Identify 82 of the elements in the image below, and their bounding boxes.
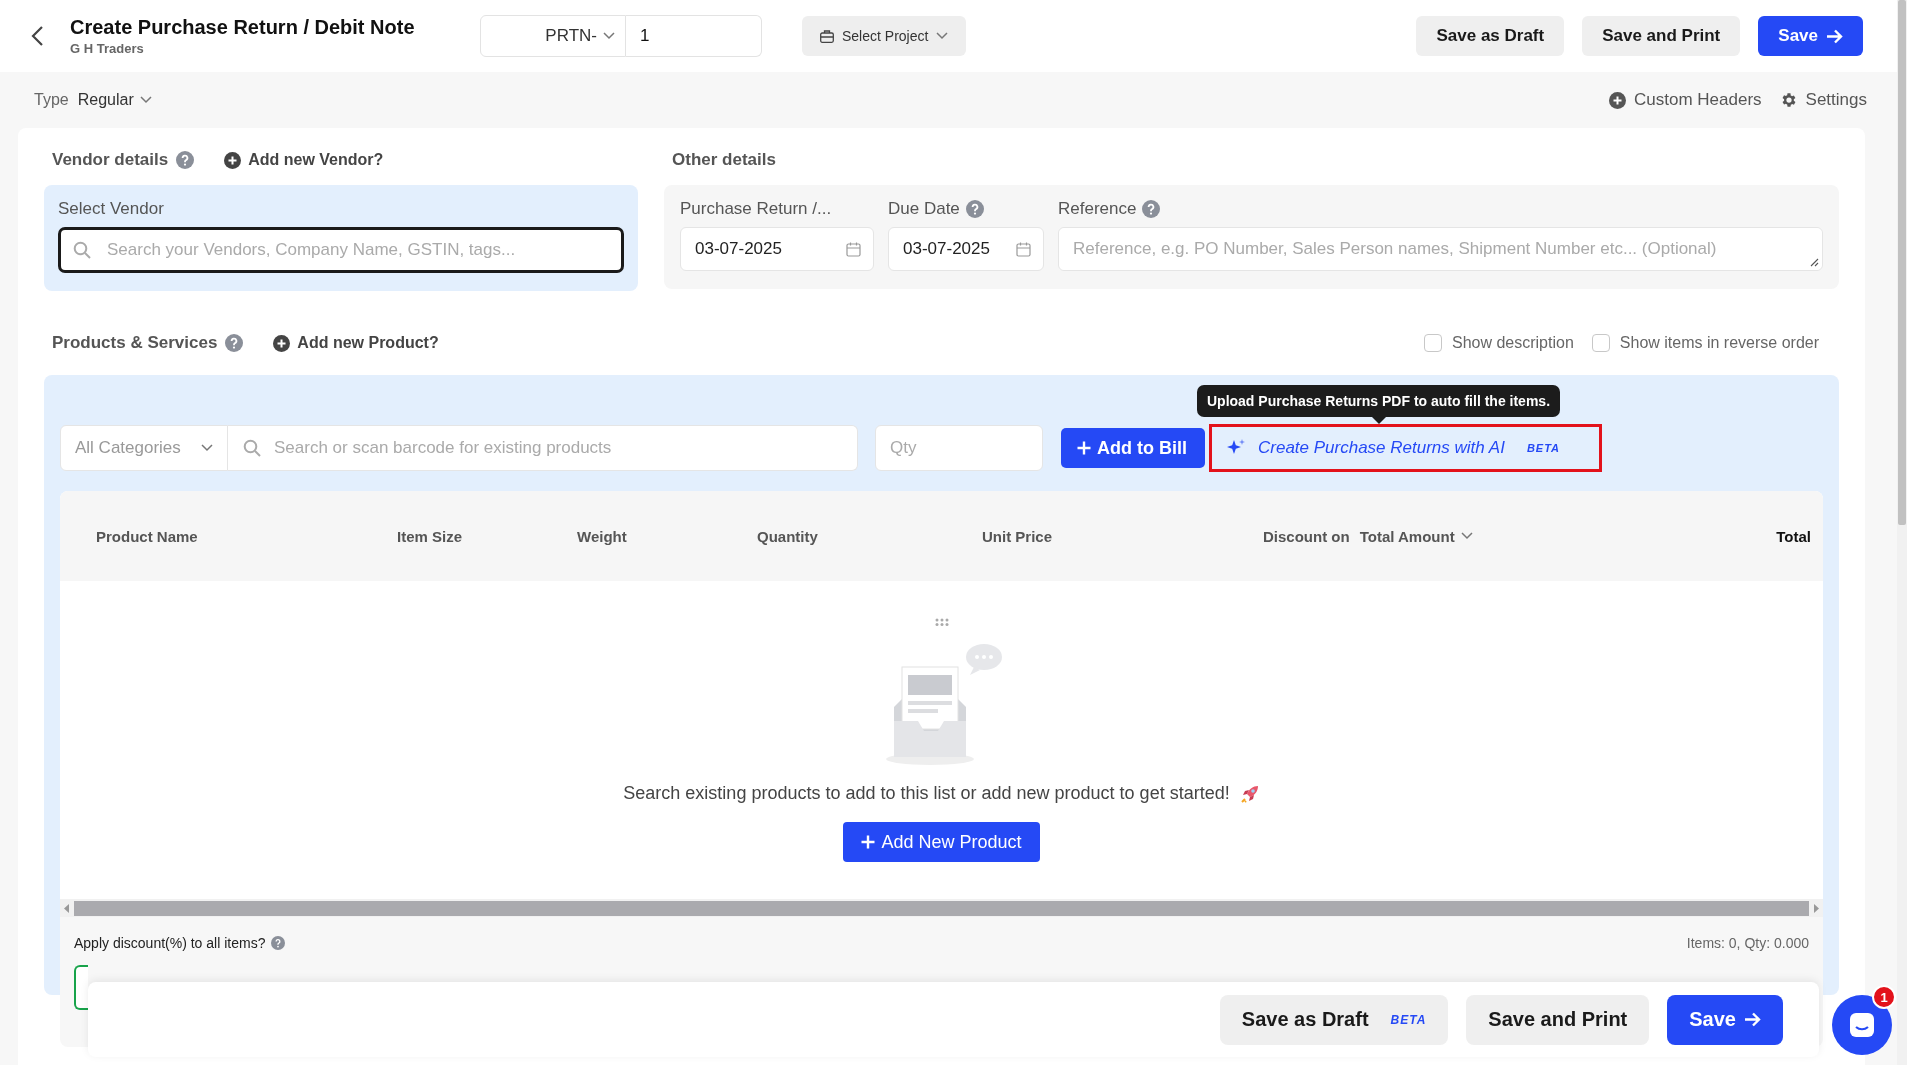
add-to-bill-button[interactable]: Add to Bill: [1061, 428, 1205, 468]
save-draft-button[interactable]: Save as Draft: [1416, 16, 1565, 56]
items-summary: Items: 0, Qty: 0.000: [1686, 935, 1809, 951]
plus-icon: [861, 835, 876, 849]
chevron-down-icon: [1460, 532, 1473, 540]
column-header: Discount on: [1263, 527, 1350, 545]
discount-field[interactable]: [74, 965, 88, 1010]
save-print-button[interactable]: Save and Print: [1466, 994, 1650, 1045]
vendor-search-field[interactable]: Search your Vendors, Company Name, GSTIN, tags...: [58, 227, 624, 273]
add-product-link[interactable]: Add new Product?: [273, 334, 439, 352]
field-label: Reference: [1058, 199, 1137, 219]
chevron-down-icon: [201, 444, 213, 452]
date-field[interactable]: 03-07-2025: [680, 227, 874, 271]
column-header: Product Name: [96, 527, 198, 545]
checkbox[interactable]: [1423, 334, 1442, 352]
help-icon[interactable]: [225, 334, 244, 352]
company-name: G H Traders: [70, 41, 145, 56]
scroll-left-icon[interactable]: [64, 903, 70, 913]
page-title: Create Purchase Return / Debit Note: [70, 16, 416, 39]
qty-field[interactable]: Qty: [875, 425, 1043, 471]
reverse-order-option[interactable]: Show items in reverse order: [1591, 334, 1819, 352]
column-header: Item Size: [397, 527, 463, 545]
plus-circle-icon: [1609, 91, 1626, 109]
chevron-down-icon: [603, 32, 615, 40]
save-draft-button[interactable]: Save as Draft BETA: [1219, 994, 1449, 1045]
arrow-right-icon: [1744, 1012, 1761, 1027]
column-header: Unit Price: [982, 527, 1053, 545]
notification-badge: 1: [1872, 985, 1896, 1009]
type-label: Type: [34, 91, 69, 109]
resize-grip-icon[interactable]: [1810, 258, 1819, 267]
save-button[interactable]: Save: [1667, 994, 1783, 1045]
vertical-scrollbar[interactable]: [1897, 0, 1907, 1065]
empty-state-message: Search existing products to add to this list or add new product to get started!: [623, 783, 1230, 804]
product-search-field[interactable]: Search or scan barcode for existing products: [228, 425, 858, 471]
checkbox[interactable]: [1591, 334, 1610, 352]
help-icon[interactable]: [1142, 200, 1161, 218]
date-value: 03-07-2025: [903, 239, 990, 259]
number-field[interactable]: 1: [626, 15, 762, 57]
plus-icon: [1077, 441, 1091, 455]
dots-icon: [933, 617, 950, 627]
help-icon[interactable]: [271, 936, 286, 950]
show-description-option[interactable]: Show description: [1423, 334, 1574, 352]
field-label: Due Date: [888, 199, 960, 219]
custom-headers-link[interactable]: Custom Headers: [1609, 90, 1762, 110]
add-new-product-button[interactable]: Add New Product: [843, 822, 1040, 862]
discount-label: Apply discount(%) to all items?: [74, 935, 266, 951]
column-header: Weight: [577, 527, 627, 545]
plus-circle-icon: [273, 334, 291, 352]
date-value: 03-07-2025: [695, 239, 782, 259]
beta-label: BETA: [1526, 442, 1561, 454]
settings-link[interactable]: Settings: [1779, 90, 1867, 110]
chat-icon: [1847, 1010, 1877, 1040]
help-icon[interactable]: [176, 151, 195, 169]
chevron-down-icon: [936, 32, 949, 40]
add-vendor-link[interactable]: Add new Vendor?: [224, 151, 384, 169]
chevron-down-icon: [139, 96, 152, 104]
section-title: Products & Services: [52, 333, 218, 353]
section-title: Other details: [672, 150, 776, 170]
briefcase-icon: [820, 29, 834, 43]
rocket-icon: [1239, 783, 1260, 804]
save-button[interactable]: Save: [1758, 16, 1863, 56]
prefix-select[interactable]: PRTN-: [480, 15, 626, 57]
horizontal-scrollbar[interactable]: [60, 899, 1823, 917]
field-label: Purchase Return /...: [680, 199, 832, 219]
arrow-right-icon: [1826, 28, 1843, 44]
beta-label: BETA: [1390, 1012, 1427, 1027]
scroll-right-icon[interactable]: [1813, 903, 1819, 913]
help-icon[interactable]: [965, 200, 984, 218]
section-title: Vendor details: [52, 150, 169, 170]
type-select[interactable]: Regular: [77, 91, 152, 109]
tooltip: Upload Purchase Returns PDF to auto fill the items.: [1197, 385, 1561, 424]
field-label: Select Vendor: [58, 199, 164, 219]
date-field[interactable]: 03-07-2025: [888, 227, 1044, 271]
select-project-button[interactable]: Select Project: [802, 16, 967, 56]
calendar-icon[interactable]: [1016, 241, 1031, 257]
column-header: Quantity: [757, 527, 818, 545]
discount-type-select[interactable]: Total Amount: [1359, 527, 1473, 545]
calendar-icon[interactable]: [846, 241, 861, 257]
ai-create-button[interactable]: Create Purchase Returns with AI BETA: [1209, 424, 1602, 472]
plus-circle-icon: [224, 151, 242, 169]
column-header: Total: [1776, 527, 1811, 545]
save-print-button[interactable]: Save and Print: [1582, 16, 1741, 56]
